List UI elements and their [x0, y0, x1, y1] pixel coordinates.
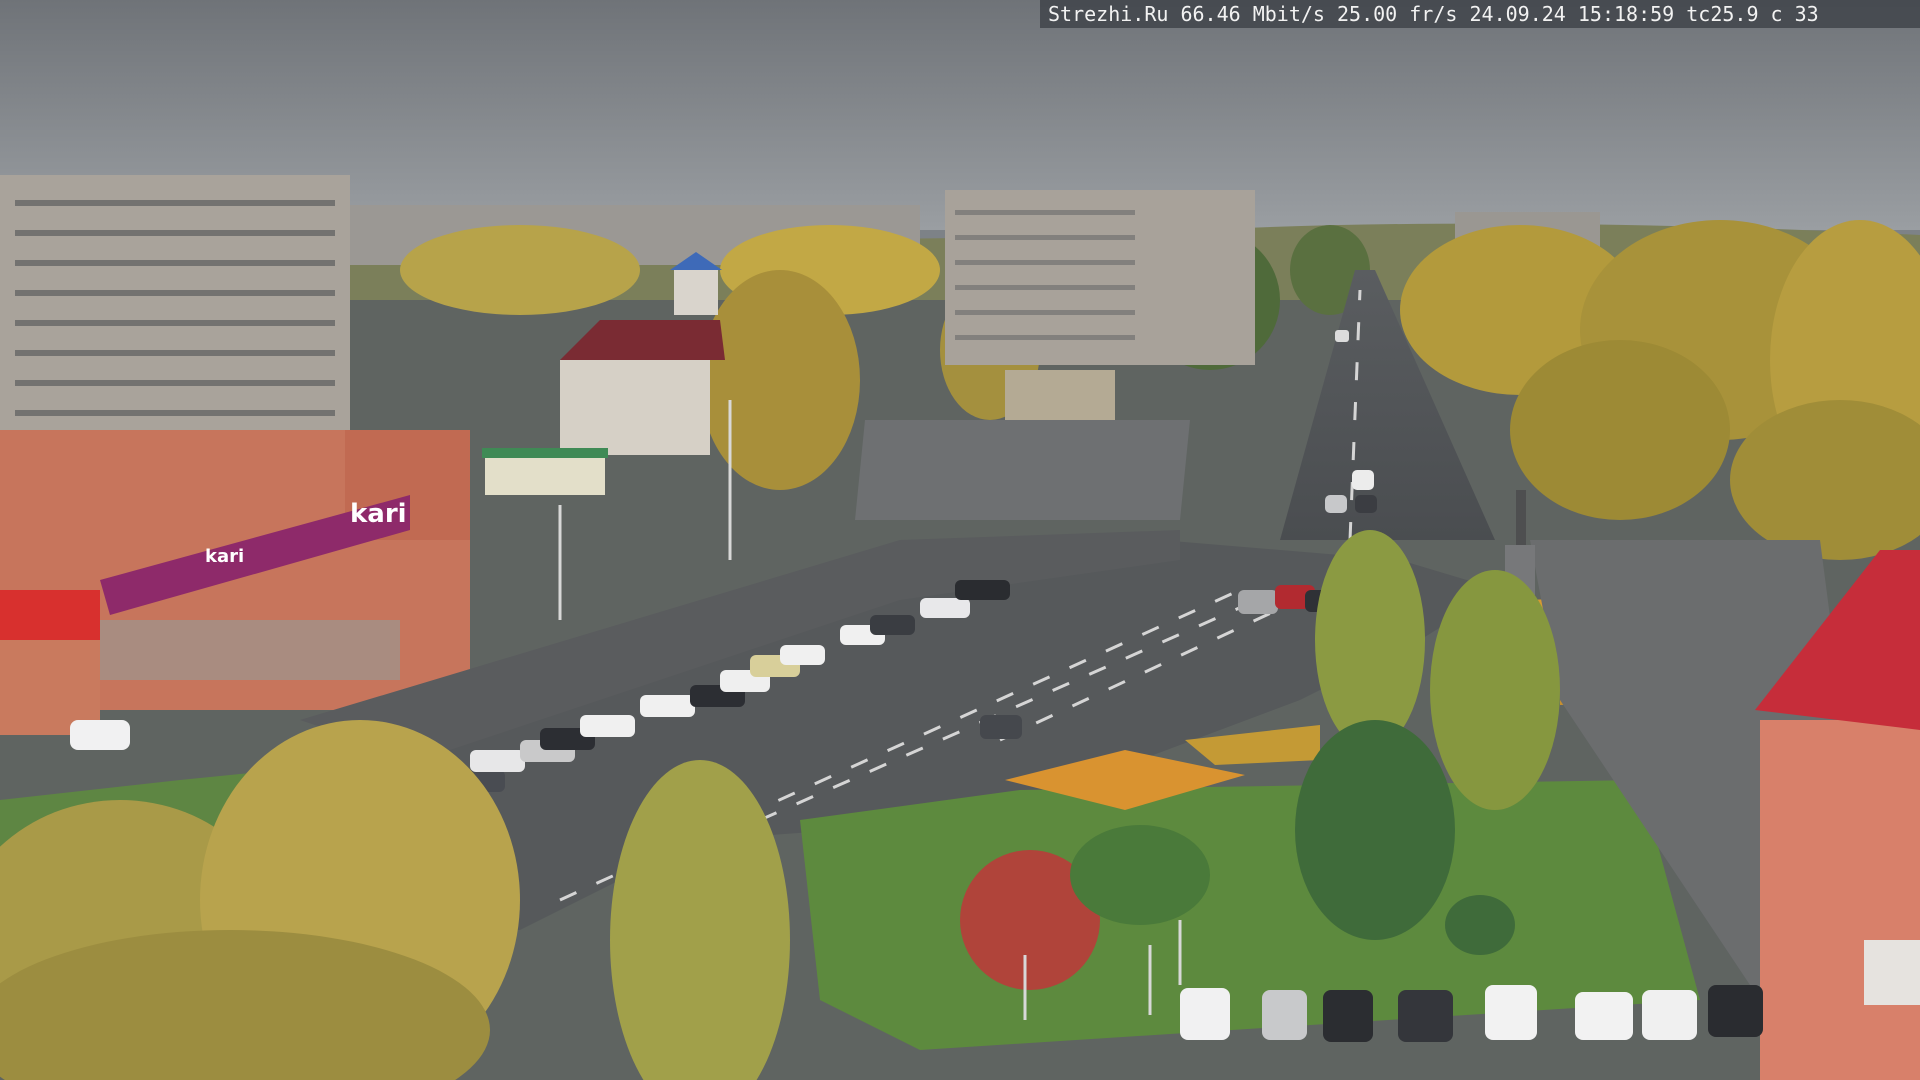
overlay-time: 15:18:59 — [1577, 2, 1675, 26]
overlay-site: Strezhi.Ru — [1048, 2, 1169, 26]
kiosk — [482, 448, 608, 495]
store-sign-kari-small: kari — [205, 546, 244, 567]
shopping-center — [0, 430, 470, 735]
apartment-block-center — [945, 190, 1255, 365]
red-roof-house — [560, 320, 725, 455]
store-sign-kari: kari — [350, 499, 407, 529]
overlay-temp: tc25.9 — [1686, 2, 1759, 26]
overlay-date: 24.09.24 — [1469, 2, 1566, 26]
camera-info-overlay: Strezhi.Ru 66.46 Mbit/s 25.00 fr/s 24.09… — [1040, 0, 1920, 28]
plaza — [855, 420, 1190, 520]
overlay-bitrate: 66.46 Mbit/s — [1180, 2, 1325, 26]
webcam-scene: kari kari — [0, 0, 1920, 1080]
low-building-center — [1005, 370, 1115, 420]
overlay-counter: c 33 — [1770, 2, 1819, 26]
overlay-framerate: 25.00 fr/s — [1337, 2, 1458, 26]
